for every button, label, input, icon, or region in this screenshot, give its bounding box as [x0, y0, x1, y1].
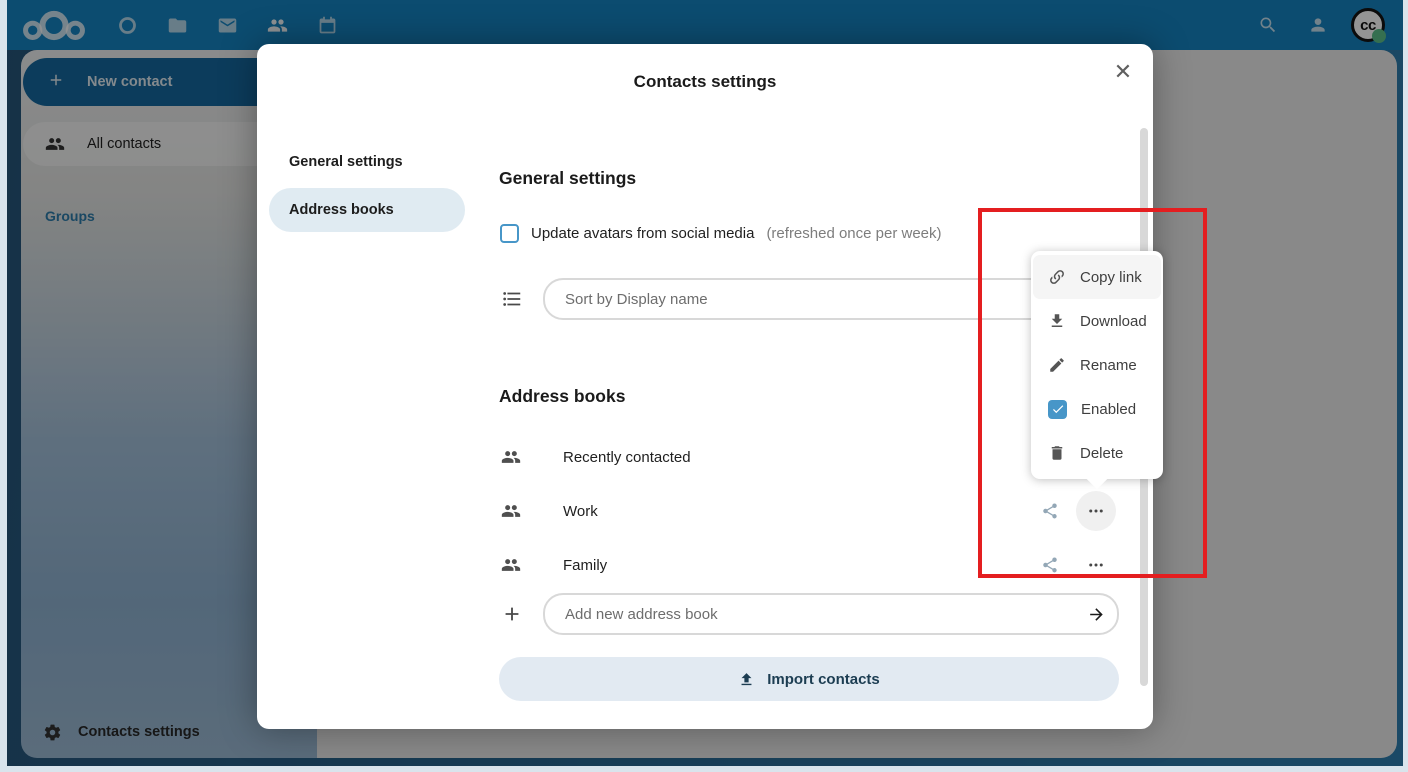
update-avatars-checkbox-row[interactable]: Update avatars from social media (refres… [500, 224, 942, 243]
submit-address-book-button[interactable] [1079, 598, 1113, 630]
address-book-name: Work [563, 503, 598, 520]
arrow-right-icon [1087, 605, 1106, 624]
tab-general-settings-label: General settings [289, 154, 403, 170]
address-book-row: Family [499, 543, 1119, 587]
trash-icon [1048, 444, 1066, 462]
link-icon [1048, 268, 1066, 286]
address-book-row: Work [499, 489, 1119, 533]
add-address-book-row [501, 593, 1119, 635]
contacts-settings-modal: ✕ Contacts settings General settings Add… [257, 44, 1153, 729]
update-avatars-label: Update avatars from social media [531, 225, 754, 242]
tab-address-books[interactable]: Address books [269, 188, 465, 232]
add-address-book-input[interactable] [543, 593, 1119, 635]
download-icon [1048, 312, 1066, 330]
menu-item-label: Enabled [1081, 401, 1136, 418]
general-settings-heading: General settings [499, 168, 636, 189]
address-book-name: Recently contacted [563, 449, 691, 466]
address-book-actions [1032, 545, 1116, 585]
import-contacts-button[interactable]: Import contacts [499, 657, 1119, 701]
import-contacts-label: Import contacts [767, 671, 880, 688]
share-icon [1041, 556, 1059, 574]
modal-title: Contacts settings [257, 72, 1153, 92]
more-actions-button[interactable] [1076, 491, 1116, 531]
screen: cc New contact All contacts Groups [0, 0, 1408, 772]
menu-item-copy-link[interactable]: Copy link [1033, 255, 1161, 299]
address-book-context-menu: Copy link Download Rename Enabled Delete [1031, 251, 1163, 479]
upload-icon [738, 671, 755, 688]
update-avatars-checkbox[interactable] [500, 224, 519, 243]
tab-address-books-label: Address books [289, 202, 394, 218]
sort-contacts-row [501, 278, 1119, 320]
dots-horizontal-icon [1087, 556, 1105, 574]
dots-horizontal-icon [1087, 502, 1105, 520]
address-book-name: Family [563, 557, 607, 574]
menu-item-label: Copy link [1080, 269, 1142, 286]
update-avatars-note: (refreshed once per week) [766, 225, 941, 242]
share-button[interactable] [1032, 547, 1068, 583]
more-actions-button[interactable] [1076, 545, 1116, 585]
menu-item-download[interactable]: Download [1033, 299, 1161, 343]
plus-icon [501, 603, 523, 625]
share-button[interactable] [1032, 493, 1068, 529]
menu-item-delete[interactable]: Delete [1033, 431, 1161, 475]
list-bulleted-icon [501, 288, 523, 310]
menu-item-label: Delete [1080, 445, 1123, 462]
address-books-heading: Address books [499, 386, 625, 407]
people-icon [501, 501, 521, 521]
address-book-row: Recently contacted [499, 435, 1119, 479]
menu-item-enabled[interactable]: Enabled [1033, 387, 1161, 431]
pencil-icon [1048, 356, 1066, 374]
menu-item-rename[interactable]: Rename [1033, 343, 1161, 387]
checkbox-checked-icon [1048, 400, 1067, 419]
share-icon [1041, 502, 1059, 520]
menu-item-label: Download [1080, 313, 1147, 330]
people-icon [501, 555, 521, 575]
address-book-actions [1032, 491, 1116, 531]
tab-general-settings[interactable]: General settings [269, 140, 465, 184]
menu-item-label: Rename [1080, 357, 1137, 374]
people-icon [501, 447, 521, 467]
